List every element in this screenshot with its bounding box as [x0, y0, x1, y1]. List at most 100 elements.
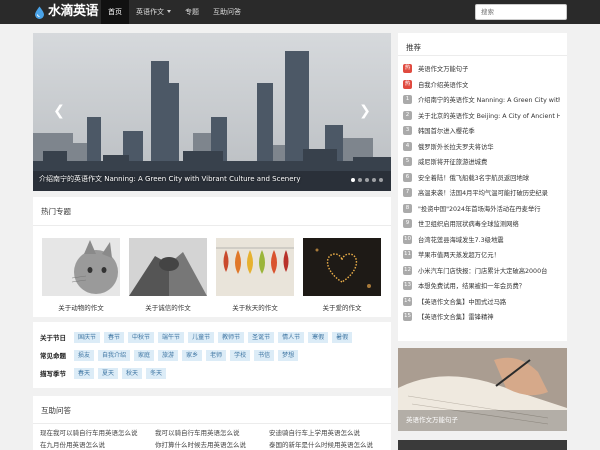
nav-item-home[interactable]: 首页: [101, 0, 129, 24]
qa-link[interactable]: 现在我可以骑自行车用英语怎么说: [40, 427, 138, 439]
rank-badge: 15: [403, 312, 412, 322]
qa-link[interactable]: 安迪骑自行车上学用英语怎么说: [269, 427, 373, 439]
site-logo[interactable]: 水滴英语: [34, 3, 99, 21]
panel-title: 推荐: [406, 43, 421, 52]
recommend-item-title: 韩国首尔进入樱花季: [418, 128, 475, 136]
recommend-item[interactable]: 9 世卫组织启用冠状病毒全球监测网络: [403, 216, 560, 232]
featured-image-card[interactable]: 英语作文万能句子: [398, 348, 567, 431]
nav-item-topics[interactable]: 专题: [178, 0, 206, 24]
tag-link[interactable]: 儿童节: [188, 331, 215, 343]
tag-link[interactable]: 老师: [206, 349, 227, 361]
tag-link[interactable]: 书信: [254, 349, 275, 361]
recommend-item[interactable]: 13 本想免费试用，结果被扣一年会员费？: [403, 278, 560, 294]
rank-badge: 10: [403, 234, 412, 244]
tag-link[interactable]: 春天: [74, 367, 95, 379]
tag-link[interactable]: 圣诞节: [248, 331, 275, 343]
tag-link[interactable]: 自我介绍: [98, 349, 131, 361]
tag-link[interactable]: 暑假: [332, 331, 353, 343]
rank-badge: 9: [403, 219, 412, 229]
recommend-item[interactable]: 15 【英语作文合集】雷锋精神: [403, 309, 560, 325]
chevron-left-icon[interactable]: ❮: [53, 103, 65, 119]
recommend-item[interactable]: 4 俄罗斯外长拉夫罗夫将访华: [403, 139, 560, 155]
tag-link[interactable]: 中秋节: [128, 331, 155, 343]
topic-card[interactable]: 关于诚信的作文: [129, 238, 207, 312]
carousel-dot[interactable]: [351, 178, 355, 182]
tags-panel: 关于节日 国庆节 春节 中秋节 端午节 儿童节 教师节 圣诞节 情人节 寒假 暑…: [33, 322, 391, 388]
recommend-item[interactable]: 7 高温来袭！法国4月平均气温可能打破历史纪录: [403, 185, 560, 201]
tag-link[interactable]: 损友: [74, 349, 95, 361]
recommend-item-title: 关于北京的英语作文 Beijing: A City of Ancient Her…: [418, 112, 560, 120]
recommend-item[interactable]: 11 苹果市值两天蒸发超万亿元！: [403, 247, 560, 263]
chevron-right-icon[interactable]: ❯: [359, 103, 371, 119]
tag-link[interactable]: 旅游: [158, 349, 179, 361]
recommend-item[interactable]: 14 【英语作文合集】中国式过马路: [403, 294, 560, 310]
tag-link[interactable]: 学校: [230, 349, 251, 361]
tag-link[interactable]: 夏天: [98, 367, 119, 379]
tag-link[interactable]: 寒假: [308, 331, 329, 343]
recommend-item-title: 安全着陆！俄飞船载3名宇航员返回地球: [418, 174, 530, 182]
tag-row-common-topics: 常见命题 损友 自我介绍 家庭 旅游 家乡 老师 学校 书信 梦想: [40, 349, 302, 361]
recommend-item-title: "投资中国"2024年首场海外活动在丹麦举行: [418, 205, 541, 213]
recommend-item[interactable]: 热自我介绍英语作文: [403, 77, 560, 93]
tag-link[interactable]: 情人节: [278, 331, 305, 343]
carousel-dot[interactable]: [365, 178, 369, 182]
recommend-item[interactable]: 10 台湾花莲县海域发生7.3级地震: [403, 232, 560, 248]
tag-link[interactable]: 春节: [104, 331, 125, 343]
topic-card[interactable]: 关于爱的作文: [303, 238, 381, 312]
carousel-caption[interactable]: 介绍南宁的英语作文 Nanning: A Green City with Vib…: [39, 174, 301, 184]
nav-label: 首页: [108, 8, 122, 16]
rank-badge: 12: [403, 265, 412, 275]
recommend-item[interactable]: 3 韩国首尔进入樱花季: [403, 123, 560, 139]
main-nav: 首页 英语作文 专题 互助问答: [101, 0, 248, 24]
nav-item-english-essays[interactable]: 英语作文: [129, 0, 178, 24]
divider: [33, 225, 391, 226]
tag-link[interactable]: 家庭: [134, 349, 155, 361]
rank-badge: 3: [403, 126, 412, 136]
carousel-dots: [351, 178, 383, 182]
search-input[interactable]: [475, 4, 567, 20]
tag-row-heading: 关于节日: [40, 334, 66, 342]
image-carousel[interactable]: ❮ ❯ 介绍南宁的英语作文 Nanning: A Green City with…: [33, 33, 391, 191]
recommend-item[interactable]: 6 安全着陆！俄飞船载3名宇航员返回地球: [403, 170, 560, 186]
tag-link[interactable]: 秋天: [122, 367, 143, 379]
recommend-item-title: 自我介绍英语作文: [418, 81, 469, 89]
recommend-item[interactable]: 5 威尼斯将开征旅游进城费: [403, 154, 560, 170]
rank-badge: 11: [403, 250, 412, 260]
featured-image-caption[interactable]: 英语作文万能句子: [406, 414, 458, 424]
carousel-dot[interactable]: [379, 178, 383, 182]
panel-title: 热门专题: [41, 207, 71, 216]
qa-link[interactable]: 我可以骑自行车用英语怎么说: [155, 427, 246, 439]
recommend-item-title: 介绍南宁的英语作文 Nanning: A Green City with Vib…: [418, 97, 560, 105]
tag-row-heading: 常见命题: [40, 352, 66, 360]
panel-title: 互助问答: [41, 406, 71, 415]
recommend-item[interactable]: 2 关于北京的英语作文 Beijing: A City of Ancient He…: [403, 108, 560, 124]
tag-link[interactable]: 梦想: [278, 349, 299, 361]
tag-link[interactable]: 教师节: [218, 331, 245, 343]
tag-link[interactable]: 国庆节: [74, 331, 101, 343]
recommend-item[interactable]: 12 小米汽车门店快报：门店累计大定破高2000台: [403, 263, 560, 279]
qa-link[interactable]: 在九月份用英语怎么说: [40, 439, 138, 450]
recommend-item[interactable]: 热英语作文万能句子: [403, 61, 560, 77]
tag-link[interactable]: 家乡: [182, 349, 203, 361]
qa-link[interactable]: 泰国的新年是什么时候用英语怎么说: [269, 439, 373, 450]
nav-label: 互助问答: [213, 8, 241, 16]
rank-badge: 5: [403, 157, 412, 167]
cat-image: [42, 238, 120, 296]
carousel-dot[interactable]: [372, 178, 376, 182]
tag-row-seasons: 描写季节 春天 夏天 秋天 冬天: [40, 367, 170, 379]
topic-card[interactable]: 关于动物的作文: [42, 238, 120, 312]
city-skyline-image: [33, 33, 391, 191]
recommend-item[interactable]: 1 介绍南宁的英语作文 Nanning: A Green City with Vi…: [403, 92, 560, 108]
recommend-item[interactable]: 8 "投资中国"2024年首场海外活动在丹麦举行: [403, 201, 560, 217]
recommend-item-title: 世卫组织启用冠状病毒全球监测网络: [418, 221, 519, 229]
carousel-dot[interactable]: [358, 178, 362, 182]
tag-link[interactable]: 冬天: [146, 367, 167, 379]
recommend-item-title: 台湾花莲县海域发生7.3级地震: [418, 236, 504, 244]
topic-label: 关于诚信的作文: [145, 304, 191, 312]
second-featured-image[interactable]: [398, 440, 567, 450]
divider: [398, 55, 567, 56]
nav-item-qa[interactable]: 互助问答: [206, 0, 248, 24]
topic-card[interactable]: 关于秋天的作文: [216, 238, 294, 312]
tag-link[interactable]: 端午节: [158, 331, 185, 343]
qa-link[interactable]: 你打算什么时候去用英语怎么说: [155, 439, 246, 450]
